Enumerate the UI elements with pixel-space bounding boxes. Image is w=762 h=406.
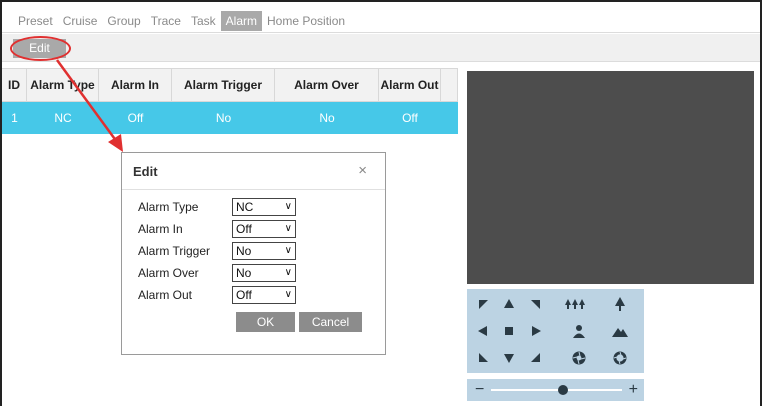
right-arrow-icon[interactable] [524, 319, 548, 343]
down-left-arrow-icon[interactable] [471, 346, 495, 370]
zoom-plus-button[interactable]: + [629, 379, 638, 401]
iris-close-icon[interactable] [567, 346, 591, 370]
cell-id: 1 [11, 111, 18, 125]
toolbar: Edit [2, 34, 760, 62]
tab-trace[interactable]: Trace [146, 11, 186, 31]
alarm-out-select[interactable]: Off ∨ [232, 286, 296, 304]
chevron-down-icon: ∨ [284, 267, 292, 278]
ptz-control-pad [467, 289, 644, 373]
field-label: Alarm Trigger [138, 244, 211, 258]
column-header-spacer [441, 69, 458, 102]
alarm-table: ID Alarm Type Alarm In Alarm Trigger Ala… [2, 68, 458, 134]
zoom-out-trees-icon[interactable] [563, 292, 587, 316]
alarm-type-select[interactable]: NC ∨ [232, 198, 296, 216]
select-value: No [236, 244, 252, 258]
column-header-alarm-type[interactable]: Alarm Type [27, 69, 99, 102]
left-arrow-icon[interactable] [471, 319, 495, 343]
select-value: NC [236, 200, 254, 214]
edit-button[interactable]: Edit [13, 39, 66, 58]
field-label: Alarm In [138, 222, 183, 236]
column-header-alarm-trigger[interactable]: Alarm Trigger [172, 69, 275, 102]
up-right-arrow-icon[interactable] [524, 292, 548, 316]
cancel-button[interactable]: Cancel [299, 312, 362, 332]
edit-dialog: Edit × Alarm Type NC ∨ Alarm In Off ∨ Al… [121, 152, 386, 355]
zoom-slider: − + [467, 379, 644, 401]
select-value: Off [236, 222, 252, 236]
tab-group[interactable]: Group [102, 11, 145, 31]
field-alarm-type: Alarm Type NC ∨ [138, 198, 338, 216]
ok-button[interactable]: OK [236, 312, 295, 332]
chevron-down-icon: ∨ [284, 201, 292, 212]
chevron-down-icon: ∨ [284, 245, 292, 256]
column-header-alarm-over[interactable]: Alarm Over [275, 69, 379, 102]
field-label: Alarm Type [138, 200, 199, 214]
field-label: Alarm Out [138, 288, 193, 302]
field-alarm-in: Alarm In Off ∨ [138, 220, 338, 238]
select-value: Off [236, 288, 252, 302]
column-header-alarm-in[interactable]: Alarm In [99, 69, 172, 102]
zoom-thumb[interactable] [558, 385, 569, 395]
close-icon[interactable]: × [358, 162, 367, 179]
up-left-arrow-icon[interactable] [471, 292, 495, 316]
tab-bar: Preset Cruise Group Trace Task Alarm Hom… [13, 11, 350, 31]
field-alarm-out: Alarm Out Off ∨ [138, 286, 338, 304]
dialog-header: Edit × [122, 153, 385, 190]
stop-icon[interactable] [497, 319, 521, 343]
tab-divider [2, 32, 760, 33]
iris-open-icon[interactable] [608, 346, 632, 370]
cell-alarm-over: No [319, 111, 335, 125]
field-label: Alarm Over [138, 266, 199, 280]
cell-alarm-in: Off [127, 111, 144, 125]
field-alarm-trigger: Alarm Trigger No ∨ [138, 242, 338, 260]
zoom-in-tree-icon[interactable] [608, 292, 632, 316]
down-right-arrow-icon[interactable] [524, 346, 548, 370]
down-arrow-icon[interactable] [497, 346, 521, 370]
alarm-in-select[interactable]: Off ∨ [232, 220, 296, 238]
focus-mountain-icon[interactable] [608, 319, 632, 343]
alarm-trigger-select[interactable]: No ∨ [232, 242, 296, 260]
tab-task[interactable]: Task [186, 11, 221, 31]
chevron-down-icon: ∨ [284, 289, 292, 300]
tab-preset[interactable]: Preset [13, 11, 58, 31]
zoom-minus-button[interactable]: − [475, 379, 484, 401]
video-preview [467, 71, 754, 284]
column-header-id[interactable]: ID [2, 69, 27, 102]
dialog-title: Edit [133, 164, 158, 179]
tab-cruise[interactable]: Cruise [58, 11, 103, 31]
cell-alarm-out: Off [402, 111, 418, 125]
table-row[interactable]: 1 NC Off No No Off [2, 102, 458, 134]
tab-home-position[interactable]: Home Position [262, 11, 350, 31]
chevron-down-icon: ∨ [284, 223, 292, 234]
cell-alarm-type: NC [54, 111, 72, 125]
focus-person-icon[interactable] [567, 319, 591, 343]
cell-alarm-trigger: No [215, 111, 232, 125]
table-header: ID Alarm Type Alarm In Alarm Trigger Ala… [2, 68, 458, 102]
select-value: No [236, 266, 252, 280]
alarm-over-select[interactable]: No ∨ [232, 264, 296, 282]
zoom-track[interactable] [491, 389, 622, 391]
field-alarm-over: Alarm Over No ∨ [138, 264, 338, 282]
tab-alarm[interactable]: Alarm [220, 11, 262, 31]
up-arrow-icon[interactable] [497, 292, 521, 316]
column-header-alarm-out[interactable]: Alarm Out [379, 69, 441, 102]
